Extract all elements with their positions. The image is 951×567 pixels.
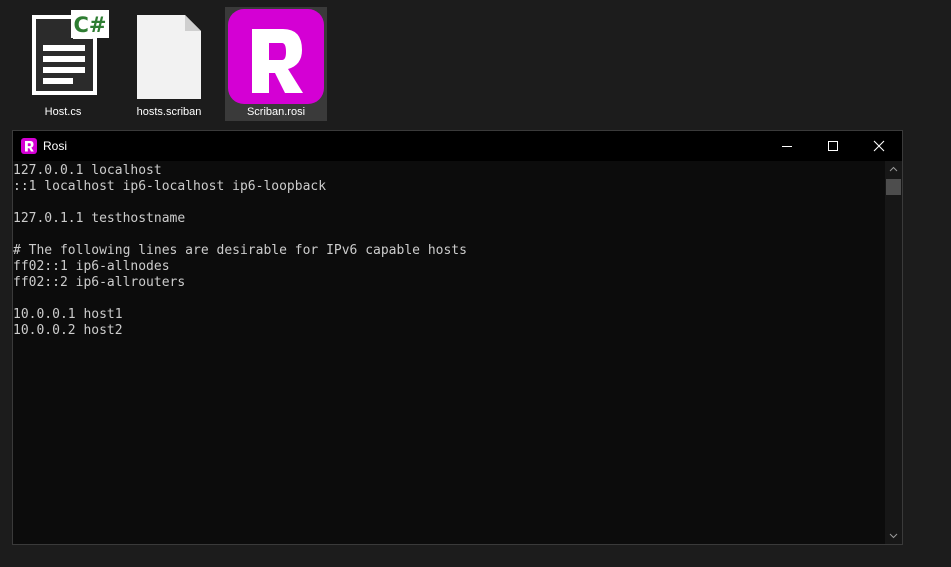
maximize-icon (828, 141, 838, 151)
scroll-down-button[interactable] (885, 527, 902, 544)
vertical-scrollbar[interactable] (885, 161, 902, 544)
terminal-line: ::1 localhost ip6-localhost ip6-loopback (13, 179, 327, 194)
terminal-line: 10.0.0.1 host1 (13, 307, 123, 322)
minimize-icon (782, 146, 792, 147)
rosi-app-icon (21, 138, 37, 154)
terminal-output[interactable]: 127.0.0.1 localhost ::1 localhost ip6-lo… (13, 161, 886, 544)
desktop: C# Host.cs hosts.scriban Scriban.rosi Ro… (0, 0, 951, 567)
chevron-up-icon (889, 166, 898, 172)
csharp-file-icon: C# (32, 10, 109, 95)
desktop-icon-hosts-scriban[interactable]: hosts.scriban (119, 7, 219, 121)
desktop-icon-host-cs[interactable]: C# Host.cs (13, 7, 113, 121)
terminal-line: 10.0.0.2 host2 (13, 323, 123, 338)
window-titlebar[interactable]: Rosi (13, 131, 902, 161)
desktop-icon-label: Host.cs (44, 106, 82, 118)
blank-file-icon (137, 15, 201, 99)
close-icon (873, 140, 885, 152)
rosi-app-icon (228, 9, 324, 104)
window-title: Rosi (43, 139, 68, 153)
svg-text:C#: C# (73, 13, 106, 37)
minimize-button[interactable] (764, 131, 810, 161)
desktop-icon-scriban-rosi[interactable]: Scriban.rosi (225, 7, 327, 121)
desktop-icon-label: Scriban.rosi (246, 106, 306, 118)
rosi-window: Rosi 127.0.0.1 localhost ::1 localhost i… (12, 130, 903, 545)
close-button[interactable] (856, 131, 902, 161)
terminal-line: 127.0.1.1 testhostname (13, 211, 186, 226)
terminal-line: ff02::1 ip6-allnodes (13, 259, 170, 274)
terminal-line: 127.0.0.1 localhost (13, 163, 162, 178)
chevron-down-icon (889, 533, 898, 539)
maximize-button[interactable] (810, 131, 856, 161)
desktop-icon-label: hosts.scriban (136, 106, 202, 118)
scroll-up-button[interactable] (885, 161, 902, 178)
terminal-line: ff02::2 ip6-allrouters (13, 275, 186, 290)
terminal-line: # The following lines are desirable for … (13, 243, 467, 258)
scrollbar-thumb[interactable] (886, 179, 901, 195)
